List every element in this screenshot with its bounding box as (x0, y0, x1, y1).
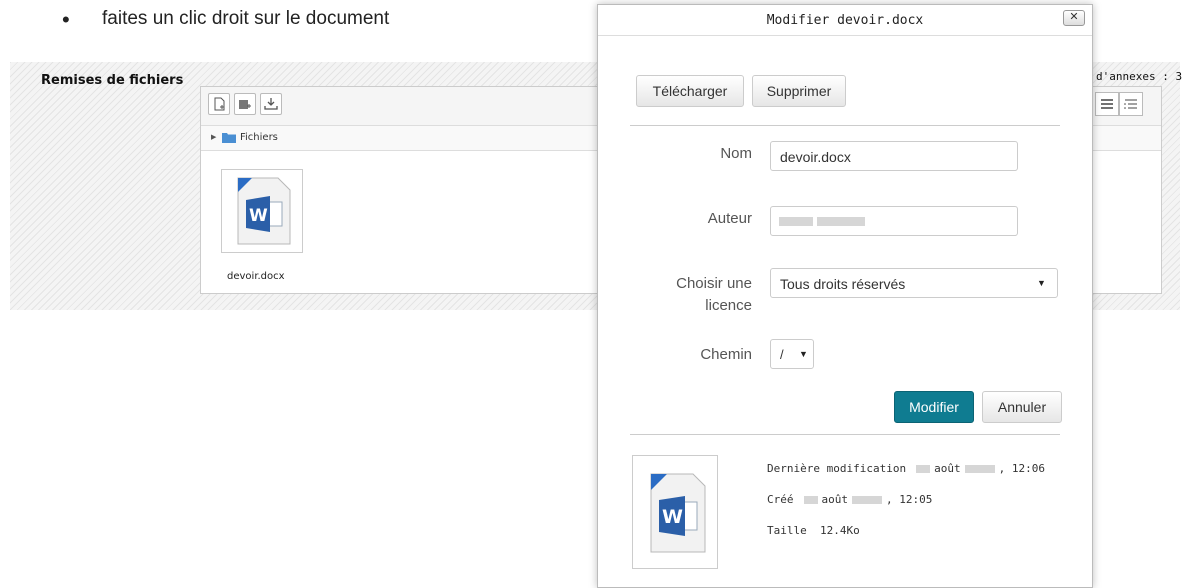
created-info: Créé août , 12:05 (767, 493, 932, 506)
svg-text:W: W (662, 506, 683, 528)
breadcrumb-label[interactable]: Fichiers (240, 132, 278, 143)
redacted-text (916, 465, 931, 473)
dialog-title: Modifier devoir.docx (766, 13, 924, 28)
add-file-button[interactable] (208, 93, 230, 115)
folder-icon (222, 133, 236, 143)
size-info: Taille 12.4Ko (767, 524, 860, 537)
word-document-icon: W (237, 177, 291, 245)
file-name[interactable]: devoir.docx (227, 271, 285, 282)
download-icon (264, 98, 278, 110)
author-field[interactable] (770, 206, 1018, 236)
update-button[interactable]: Modifier (894, 391, 974, 423)
cancel-button[interactable]: Annuler (982, 391, 1062, 423)
svg-text:W: W (249, 206, 268, 226)
tree-view-icon (1124, 99, 1137, 109)
modified-month: août (934, 462, 961, 475)
created-time: , 12:05 (886, 493, 933, 506)
attachments-count: d'annexes : 3 (1096, 70, 1182, 83)
divider (630, 434, 1060, 435)
create-folder-icon (239, 100, 251, 109)
close-icon[interactable]: ✕ (1063, 10, 1085, 26)
author-label: Auteur (707, 210, 752, 227)
redacted-text (779, 217, 813, 226)
edit-file-dialog: Modifier devoir.docx ✕ Télécharger Suppr… (597, 4, 1093, 588)
name-field[interactable]: devoir.docx (770, 141, 1018, 171)
name-label: Nom (720, 145, 752, 162)
license-value: Tous droits réservés (780, 276, 906, 292)
license-select[interactable]: Tous droits réservés ▼ (770, 268, 1058, 298)
size-label: Taille (767, 524, 807, 537)
add-file-icon (214, 97, 225, 111)
created-month: août (821, 493, 849, 506)
chevron-down-icon: ▼ (1037, 278, 1046, 288)
download-button[interactable] (260, 93, 282, 115)
path-label: Chemin (700, 346, 752, 363)
file-preview: W (632, 455, 718, 569)
redacted-text (964, 465, 995, 473)
modified-label: Dernière modification (767, 462, 907, 475)
dialog-header: Modifier devoir.docx ✕ (598, 5, 1092, 36)
tree-view-button[interactable] (1119, 92, 1143, 116)
instruction-text: faites un clic droit sur le document (102, 8, 390, 29)
size-value: 12.4Ko (820, 524, 860, 537)
redacted-text (852, 496, 882, 504)
name-value: devoir.docx (780, 149, 851, 165)
download-file-button[interactable]: Télécharger (636, 75, 744, 107)
create-folder-button[interactable] (234, 93, 256, 115)
redacted-text (817, 217, 865, 226)
bullet: • (62, 7, 70, 32)
list-view-button[interactable] (1095, 92, 1119, 116)
section-label: Remises de fichiers (41, 73, 184, 88)
path-value: / (780, 347, 784, 362)
redacted-text (803, 496, 818, 504)
list-view-icon (1101, 99, 1113, 109)
view-toggle (1095, 92, 1145, 116)
expand-arrow-icon[interactable]: ▶ (211, 133, 216, 141)
path-select[interactable]: / ▼ (770, 339, 814, 369)
modified-info: Dernière modification août , 12:06 (767, 462, 1045, 475)
chevron-down-icon: ▼ (799, 349, 808, 359)
modified-time: , 12:06 (998, 462, 1045, 475)
created-label: Créé (767, 493, 794, 506)
file-thumbnail[interactable]: W (221, 169, 303, 253)
delete-file-button[interactable]: Supprimer (752, 75, 846, 107)
word-document-icon: W (650, 473, 706, 553)
divider (630, 125, 1060, 126)
license-label: Choisir une licence (676, 275, 752, 314)
